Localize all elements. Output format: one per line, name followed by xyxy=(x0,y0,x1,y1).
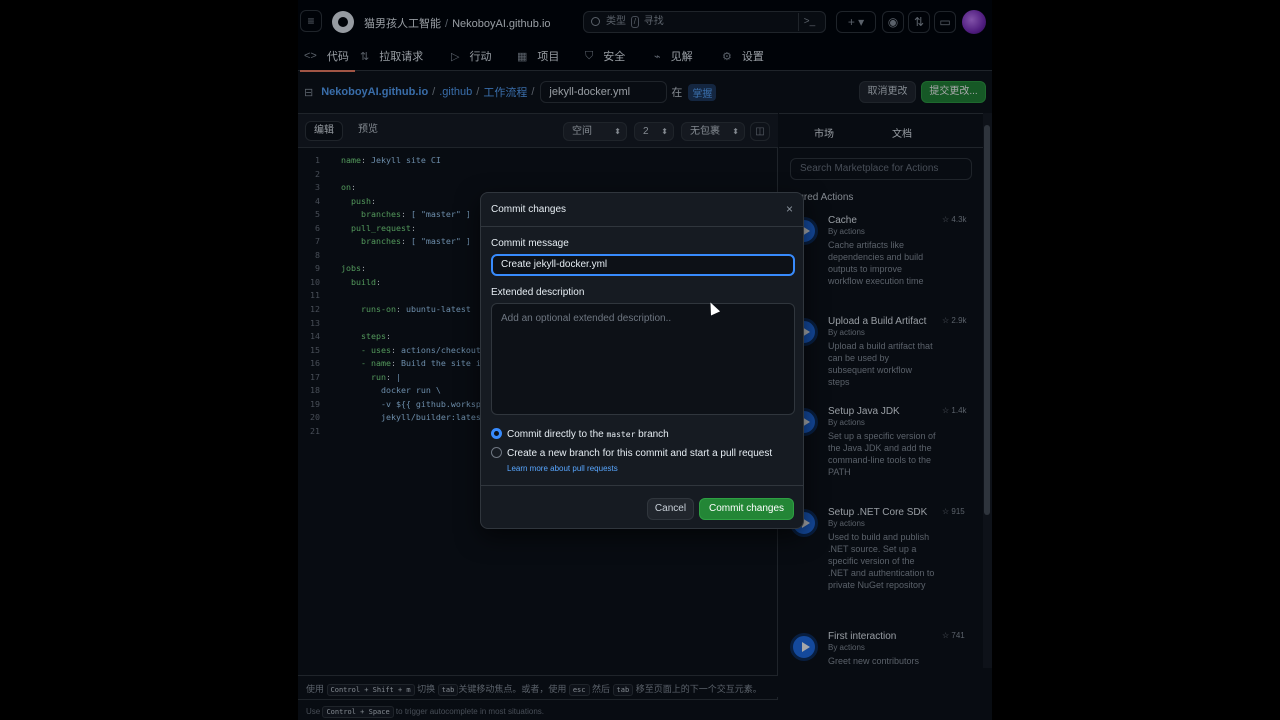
extended-description-label: Extended description xyxy=(491,287,585,298)
radio-label: Create a new branch for this commit and … xyxy=(507,448,773,459)
branch-name: master xyxy=(606,430,636,439)
commit-message-label: Commit message xyxy=(491,238,569,249)
close-icon[interactable]: × xyxy=(786,202,793,216)
radio-unselected-icon xyxy=(491,447,502,458)
github-editor-page: ≡ 猫男孩人工智能 / NekoboyAI.github.io 类型 / 寻找 >_… xyxy=(298,0,992,720)
extended-description-textarea[interactable]: Add an optional extended description.. xyxy=(491,303,795,415)
new-branch-radio[interactable]: Create a new branch for this commit and … xyxy=(491,447,772,459)
dialog-divider xyxy=(481,485,803,486)
dialog-title: Commit changes xyxy=(491,204,567,215)
commit-message-input[interactable]: Create jekyll-docker.yml xyxy=(491,254,795,276)
radio-label-suffix: branch xyxy=(638,429,669,440)
learn-more-link[interactable]: Learn more about pull requests xyxy=(507,464,618,473)
dialog-commit-button[interactable]: Commit changes xyxy=(699,498,794,520)
dialog-cancel-button[interactable]: Cancel xyxy=(647,498,694,520)
radio-label: Commit directly to the xyxy=(507,429,604,440)
dialog-header: Commit changes × xyxy=(481,193,803,227)
commit-directly-radio[interactable]: Commit directly to the master branch xyxy=(491,428,669,440)
commit-dialog: Commit changes × Commit message Create j… xyxy=(480,192,804,529)
radio-selected-icon xyxy=(491,428,502,439)
